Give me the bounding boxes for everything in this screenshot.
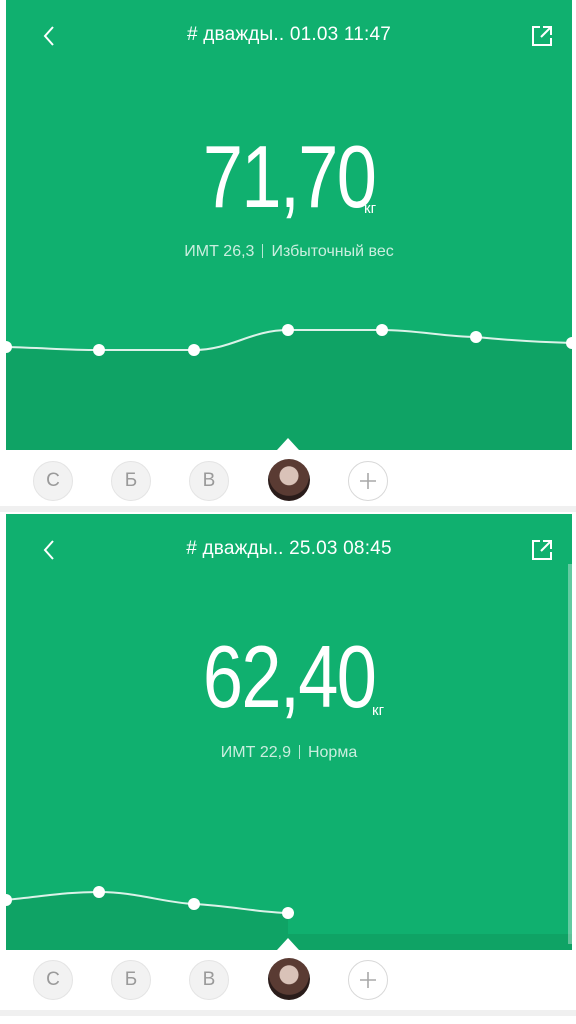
profile-s[interactable]: С (33, 960, 73, 1000)
trend-area (6, 330, 572, 450)
trend-point (188, 344, 200, 356)
profile-v[interactable]: В (189, 461, 229, 501)
share-button[interactable] (526, 534, 558, 566)
weight-value: 62,40 (202, 627, 377, 726)
bmi-line: ИМТ 26,3 Избыточный вес (6, 243, 572, 261)
weight-display: 62,40 (6, 626, 572, 728)
share-button[interactable] (526, 20, 558, 52)
add-profile-button[interactable] (348, 461, 388, 501)
top-bar: # дважды.. 01.03 11:47 (6, 0, 572, 70)
add-profile-button[interactable] (348, 960, 388, 1000)
weight-value: 71,70 (202, 127, 377, 226)
profile-switcher: С Б В (0, 958, 576, 1014)
weight-card: # дважды.. 25.03 08:45 62,40 кг ИМТ 22,9… (6, 514, 572, 950)
profile-s[interactable]: С (33, 461, 73, 501)
trend-point (93, 886, 105, 898)
weight-entry-panel-1: # дважды.. 01.03 11:47 71,70 кг ИМТ 26,3… (0, 0, 576, 512)
panel-divider (0, 1010, 576, 1016)
top-bar: # дважды.. 25.03 08:45 (6, 514, 572, 584)
selected-point-notch (277, 438, 299, 450)
page-title: # дважды.. 01.03 11:47 (186, 24, 392, 45)
profile-b[interactable]: Б (111, 461, 151, 501)
trend-point (93, 344, 105, 356)
plus-icon (360, 473, 376, 489)
bmi-value: ИМТ 26,3 (184, 243, 255, 260)
selected-point-notch (277, 938, 299, 950)
bmi-value: ИМТ 22,9 (220, 744, 291, 761)
profile-avatar-active[interactable] (268, 958, 310, 1000)
profile-avatar-active[interactable] (268, 459, 310, 501)
weight-entry-panel-2: # дважды.. 25.03 08:45 62,40 кг ИМТ 22,9… (0, 514, 576, 1024)
weight-display: 71,70 (6, 126, 572, 228)
weight-card: # дважды.. 01.03 11:47 71,70 кг ИМТ 26,3… (6, 0, 572, 450)
share-icon (532, 540, 552, 560)
profile-b[interactable]: Б (111, 960, 151, 1000)
bmi-divider (298, 745, 300, 759)
bmi-line: ИМТ 22,9 Норма (6, 744, 572, 762)
trend-point (376, 324, 388, 336)
page-title: # дважды.. 25.03 08:45 (186, 538, 392, 559)
trend-point (282, 324, 294, 336)
bmi-status: Норма (307, 744, 358, 761)
plus-icon (360, 972, 376, 988)
trend-point (282, 907, 294, 919)
panel-divider (0, 506, 576, 512)
bmi-status: Избыточный вес (271, 243, 394, 260)
weight-unit: кг (372, 702, 385, 719)
weight-unit: кг (364, 200, 377, 217)
trend-point (188, 898, 200, 910)
bmi-divider (262, 244, 264, 258)
trend-point (470, 331, 482, 343)
share-icon (532, 26, 552, 46)
profile-v[interactable]: В (189, 960, 229, 1000)
